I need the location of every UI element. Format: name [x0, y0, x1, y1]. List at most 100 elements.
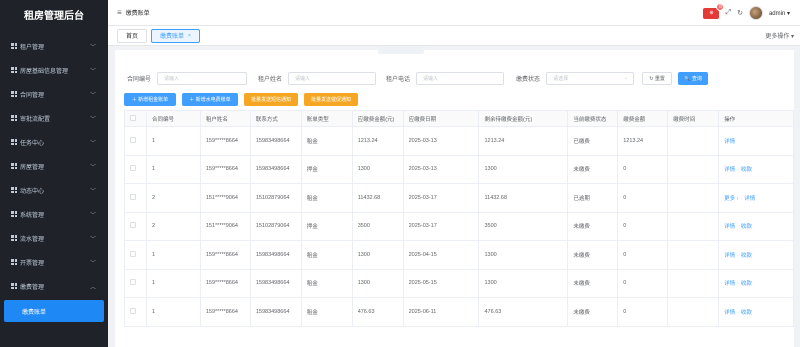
row-checkbox-cell[interactable] [124, 183, 147, 213]
cell-remaining: 1213.24 [478, 126, 569, 156]
row-action-link[interactable]: 收款 [741, 253, 752, 259]
cell-due-date: 2025-03-13 [403, 155, 480, 184]
checkbox[interactable] [130, 193, 136, 200]
checkbox[interactable] [130, 250, 136, 257]
cell-phone: 15983498664 [250, 126, 302, 156]
user-menu[interactable]: admin ▾ [769, 10, 790, 17]
refresh-icon[interactable]: ↻ [737, 9, 743, 17]
hamburger-icon[interactable]: ≡ [117, 8, 122, 17]
reset-button[interactable]: ↻ 重置 [642, 71, 673, 85]
table-row: 1 159*****8664 15983498664 租金 476.63 2025-06-… [124, 297, 794, 327]
tenant-input[interactable]: 请输入 [288, 71, 377, 85]
cell-tenant: 159*****8664 [200, 297, 251, 327]
tab-billing[interactable]: 缴费账单 × [151, 28, 200, 43]
notification-button[interactable]: ⊕ 8 [703, 2, 725, 19]
separator: · [737, 224, 739, 231]
sidebar-item-label: 审批流配置 [20, 116, 51, 123]
checkbox[interactable] [130, 136, 136, 143]
row-checkbox-cell[interactable] [124, 269, 147, 298]
sidebar-item[interactable]: 动态中心 ﹀ [0, 178, 108, 202]
grid-icon [11, 235, 17, 241]
table-row: 1 159*****8664 15983498664 租金 1300 2025-04-15… [124, 240, 794, 270]
row-action-link[interactable]: 更多 › [724, 196, 738, 202]
sidebar-item[interactable]: 合同管理 ﹀ [0, 82, 108, 106]
cell-due-date: 2025-03-17 [403, 183, 480, 213]
chevron-down-icon: ﹀ [89, 260, 96, 267]
close-icon[interactable]: × [188, 33, 191, 39]
query-button[interactable]: 🔍 查询 [678, 71, 709, 85]
status-label: 缴费状态 [516, 76, 541, 83]
cell-status: 已逾期 [567, 183, 619, 213]
cell-contract: 1 [146, 155, 201, 184]
cell-remaining: 1300 [478, 155, 569, 184]
status-select[interactable]: 请选择 ⌄ [546, 71, 635, 85]
add-rent-bill-button[interactable]: ＋ 新增租金账单 [124, 93, 176, 106]
sidebar-item[interactable]: 审批流配置 ﹀ [0, 106, 108, 130]
cell-paid-time [667, 297, 720, 327]
sidebar-item[interactable]: 任务中心 ﹀ [0, 130, 108, 154]
cell-due-date: 2025-04-15 [403, 240, 480, 270]
checkbox[interactable] [130, 114, 136, 121]
contract-input[interactable]: 请输入 [157, 71, 248, 85]
action-buttons: ＋ 新增租金账单 ＋ 新增水电费账单 批量发送短信通知 批量发送催促通知 [124, 93, 358, 106]
chevron-up-icon: ︿ [89, 284, 96, 291]
grid-icon [11, 91, 17, 97]
cell-amount: 1300 [352, 269, 404, 298]
row-checkbox-cell[interactable] [124, 155, 147, 184]
sidebar-menu: 租户管理 ﹀ 房屋基础信息管理 ﹀ 合同管理 ﹀ 审批流配置 ﹀ 任务中心 ﹀ 房屋管理 ﹀ 动态中心 ﹀… [0, 34, 108, 298]
checkbox[interactable] [130, 307, 136, 314]
row-action-link[interactable]: 详情 [724, 224, 735, 230]
batch-sms-button[interactable]: 批量发送短信通知 [244, 93, 298, 106]
column-header: 联系方式 [250, 110, 302, 127]
phone-input[interactable]: 请输入 [416, 71, 505, 85]
row-action-link[interactable]: 详情 [724, 281, 735, 287]
checkbox[interactable] [130, 222, 136, 229]
cell-type: 押金 [301, 155, 353, 184]
add-utility-bill-button[interactable]: ＋ 新增水电费账单 [182, 93, 238, 106]
select-all-checkbox[interactable] [124, 110, 147, 127]
cell-amount: 3500 [352, 212, 404, 241]
checkbox[interactable] [130, 165, 136, 172]
avatar[interactable] [748, 6, 763, 20]
cell-paid: 1213.24 [617, 126, 669, 156]
phone-label: 租户电话 [386, 76, 411, 83]
more-operations-dropdown[interactable]: 更多操作 ▾ [765, 31, 794, 40]
sidebar-item[interactable]: 租户管理 ﹀ [0, 34, 108, 58]
row-action-link[interactable]: 收款 [741, 224, 752, 230]
row-action-link[interactable]: 详情 [724, 310, 735, 316]
tab-home[interactable]: 首页 [117, 28, 148, 43]
fullscreen-icon[interactable]: ⤢ [725, 9, 731, 17]
cell-amount: 1213.24 [352, 126, 404, 156]
checkbox[interactable] [130, 279, 136, 286]
row-action-link[interactable]: 详情 [744, 196, 755, 202]
row-checkbox-cell[interactable] [124, 212, 147, 241]
row-checkbox-cell[interactable] [124, 240, 147, 270]
table-row: 2 151*****9064 15102879064 租金 11432.68 2025-0… [124, 183, 794, 213]
row-action-link[interactable]: 详情 [724, 253, 735, 259]
table-row: 2 151*****9064 15102879064 押金 3500 2025-03-17… [124, 212, 794, 241]
cell-phone: 15983498664 [250, 155, 302, 184]
cell-type: 租金 [301, 297, 353, 327]
row-action-link[interactable]: 收款 [741, 281, 752, 287]
sidebar-item[interactable]: 流水管理 ﹀ [0, 226, 108, 250]
sidebar-item[interactable]: 房屋管理 ﹀ [0, 154, 108, 178]
row-checkbox-cell[interactable] [124, 297, 147, 327]
contract-label: 合同编号 [127, 76, 152, 83]
sidebar-item[interactable]: 缴费管理 ︿ [0, 274, 108, 298]
row-checkbox-cell[interactable] [124, 126, 147, 156]
chevron-down-icon: ⌄ [623, 75, 629, 81]
row-action-link[interactable]: 详情 [724, 167, 735, 173]
sidebar-subitem-billing[interactable]: 缴费账单 [4, 300, 104, 322]
row-action-link[interactable]: 收款 [741, 167, 752, 173]
sidebar-item[interactable]: 房屋基础信息管理 ﹀ [0, 58, 108, 82]
sidebar-item[interactable]: 开票管理 ﹀ [0, 250, 108, 274]
sidebar-item[interactable]: 系统管理 ﹀ [0, 202, 108, 226]
row-action-link[interactable]: 收款 [741, 310, 752, 316]
separator: · [740, 195, 743, 202]
row-action-link[interactable]: 详情 [724, 139, 735, 145]
sidebar-item-label: 系统管理 [20, 212, 45, 219]
chevron-down-icon: ﹀ [89, 68, 96, 75]
cell-operations: 详情 · 收款 [718, 155, 794, 184]
cell-paid: 0 [617, 297, 669, 327]
batch-remind-button[interactable]: 批量发送催促通知 [304, 93, 358, 106]
